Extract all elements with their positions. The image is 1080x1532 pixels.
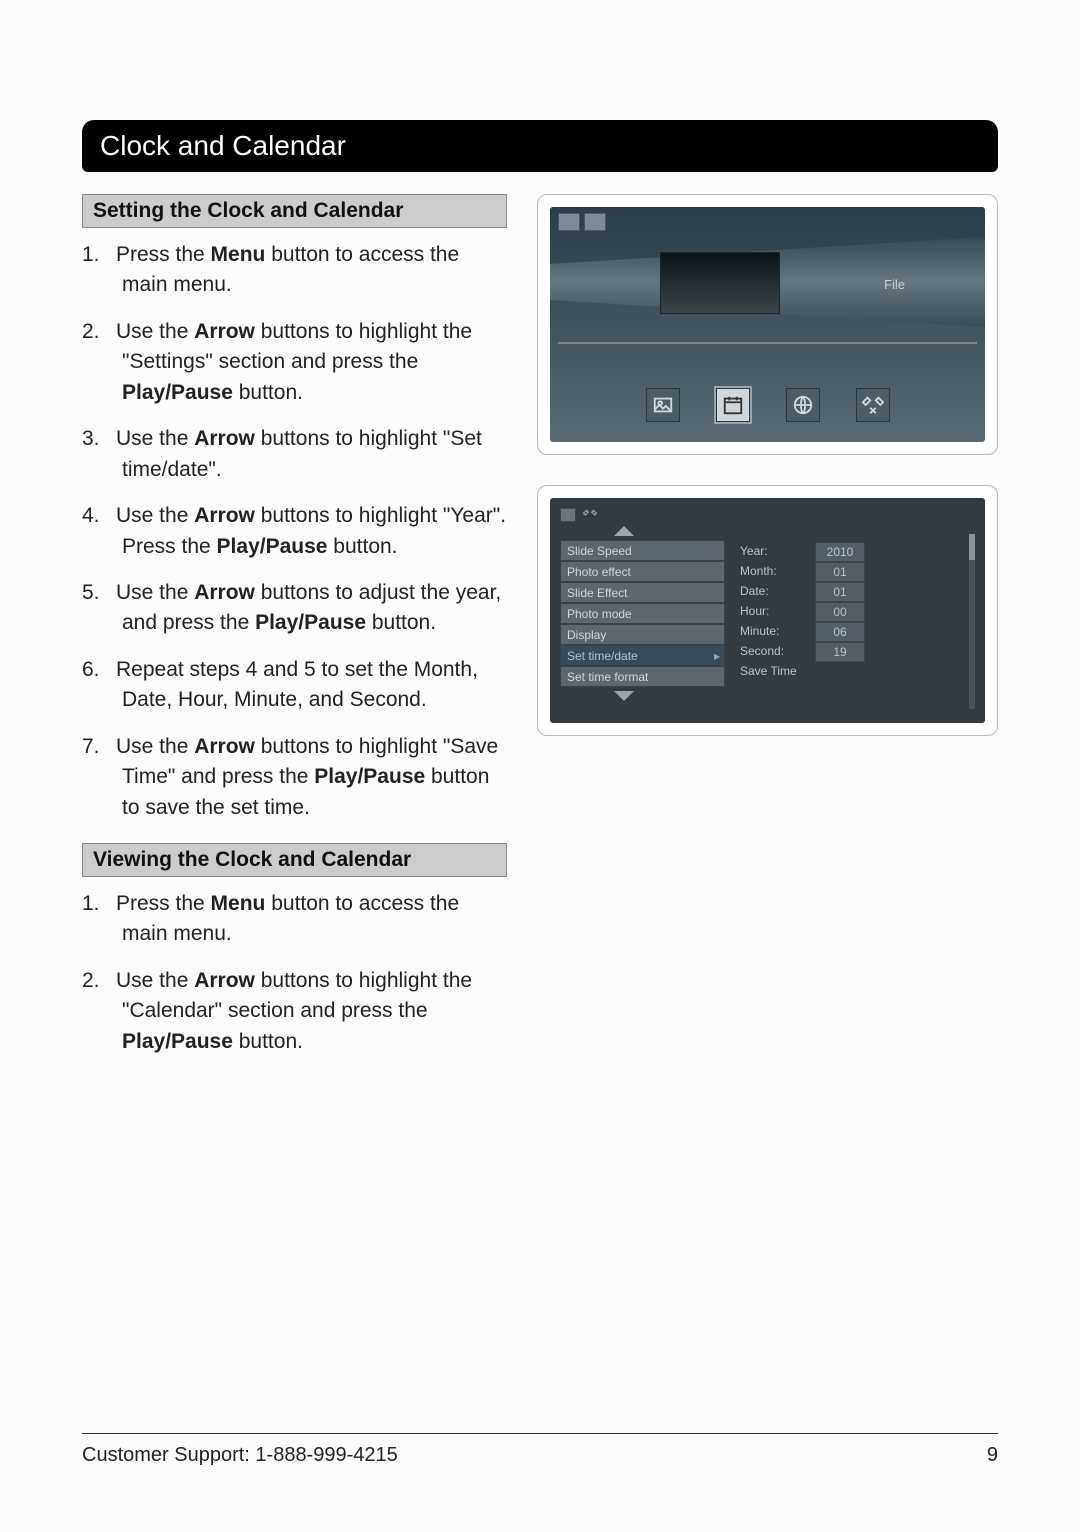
step-item: 4.Use the Arrow buttons to highlight "Ye… <box>82 501 507 562</box>
field-row: Second:19 <box>740 642 975 662</box>
menu-item: Display <box>560 624 725 645</box>
page-number: 9 <box>987 1444 998 1467</box>
steps-list-2: 1.Press the Menu button to access the ma… <box>82 889 507 1057</box>
field-row: Month:01 <box>740 562 975 582</box>
menu-item: Photo mode <box>560 603 725 624</box>
scroll-down-icon <box>614 691 634 701</box>
globe-icon <box>786 388 820 422</box>
step-item: 7.Use the Arrow buttons to highlight "Sa… <box>82 732 507 823</box>
preview-panel <box>660 252 780 314</box>
field-row: Save Time <box>740 662 975 680</box>
menu-item: Set time/date <box>560 645 725 666</box>
scroll-up-icon <box>614 526 634 536</box>
section-heading-1: Setting the Clock and Calendar <box>82 194 507 228</box>
menu-item: Photo effect <box>560 561 725 582</box>
time-fields: Year:2010Month:01Date:01Hour:00Minute:06… <box>740 540 975 680</box>
menu-item: Slide Effect <box>560 582 725 603</box>
field-row: Minute:06 <box>740 622 975 642</box>
device-tab <box>558 213 580 231</box>
step-item: 2.Use the Arrow buttons to highlight the… <box>82 317 507 408</box>
steps-list-1: 1.Press the Menu button to access the ma… <box>82 240 507 823</box>
file-label: File <box>884 277 905 292</box>
field-row: Date:01 <box>740 582 975 602</box>
tools-icon <box>582 508 598 522</box>
photo-icon <box>646 388 680 422</box>
screenshot-main-menu: File <box>537 194 998 455</box>
step-item: 5.Use the Arrow buttons to adjust the ye… <box>82 578 507 639</box>
settings-menu: Slide SpeedPhoto effectSlide EffectPhoto… <box>560 540 725 687</box>
right-column: File <box>537 194 998 1077</box>
step-item: 3.Use the Arrow buttons to highlight "Se… <box>82 424 507 485</box>
screenshot-settings: Slide SpeedPhoto effectSlide EffectPhoto… <box>537 485 998 736</box>
calendar-icon <box>716 388 750 422</box>
list-icon <box>560 508 576 522</box>
section-heading-2: Viewing the Clock and Calendar <box>82 843 507 877</box>
scrollbar <box>969 534 975 709</box>
step-item: 1.Press the Menu button to access the ma… <box>82 240 507 301</box>
left-column: Setting the Clock and Calendar 1.Press t… <box>82 194 507 1077</box>
customer-support: Customer Support: 1-888-999-4215 <box>82 1444 398 1467</box>
field-row: Year:2010 <box>740 542 975 562</box>
menu-item: Set time format <box>560 666 725 687</box>
tools-icon <box>856 388 890 422</box>
step-item: 1.Press the Menu button to access the ma… <box>82 889 507 950</box>
menu-item: Slide Speed <box>560 540 725 561</box>
device-tab <box>584 213 606 231</box>
page-footer: Customer Support: 1-888-999-4215 9 <box>82 1433 998 1467</box>
field-row: Hour:00 <box>740 602 975 622</box>
step-item: 2.Use the Arrow buttons to highlight the… <box>82 966 507 1057</box>
step-item: 6.Repeat steps 4 and 5 to set the Month,… <box>82 655 507 716</box>
page-title: Clock and Calendar <box>82 120 998 172</box>
